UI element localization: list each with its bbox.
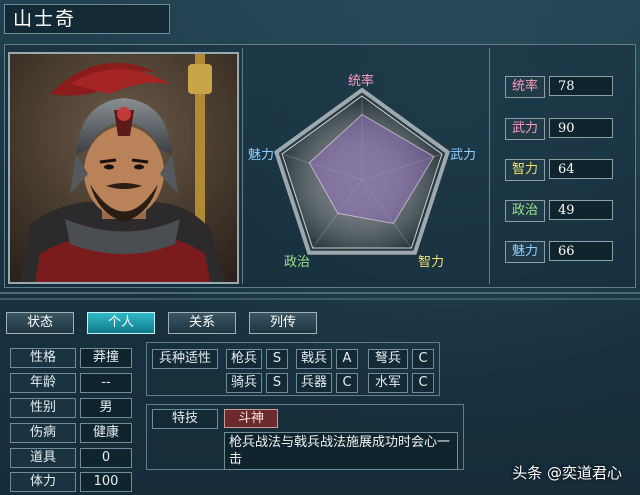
info-row-gender: 性别 男 xyxy=(10,398,132,418)
attribute-radar-chart: 统率 武力 智力 政治 魅力 xyxy=(244,52,488,284)
stat-row-zhi: 智力 64 xyxy=(497,159,617,181)
unit-grade: S xyxy=(266,373,288,393)
info-row-injury: 伤病 健康 xyxy=(10,423,132,443)
tab-biography[interactable]: 列传 xyxy=(249,312,317,334)
unit-name: 弩兵 xyxy=(368,349,408,369)
special-skill-name[interactable]: 斗神 xyxy=(224,409,278,428)
stat-row-tong: 统率 78 xyxy=(497,76,617,98)
divider xyxy=(242,48,243,284)
info-label: 体力 xyxy=(10,472,76,492)
radar-label-tong: 统率 xyxy=(348,74,375,89)
watermark: 头条 @奕道君心 xyxy=(512,464,622,482)
unit-grade: C xyxy=(336,373,358,393)
special-skill-description: 枪兵战法与戟兵战法施展成功时会心一击 xyxy=(224,432,458,470)
info-label: 性格 xyxy=(10,348,76,368)
unit-name: 戟兵 xyxy=(296,349,332,369)
unit-name: 水军 xyxy=(368,373,408,393)
stat-label: 魅力 xyxy=(505,241,545,263)
info-label: 道具 xyxy=(10,448,76,468)
divider xyxy=(489,48,490,284)
unit-name: 枪兵 xyxy=(226,349,262,369)
stat-value: 49 xyxy=(549,200,613,220)
info-label: 性别 xyxy=(10,398,76,418)
stat-label: 统率 xyxy=(505,76,545,98)
info-value: 男 xyxy=(80,398,132,418)
radar-label-zheng: 政治 xyxy=(284,255,311,270)
info-row-age: 年龄 -- xyxy=(10,373,132,393)
info-value: 莽撞 xyxy=(80,348,132,368)
info-value: 100 xyxy=(80,472,132,492)
stat-row-zheng: 政治 49 xyxy=(497,200,617,222)
stat-row-wu: 武力 90 xyxy=(497,118,617,140)
unit-grade: S xyxy=(266,349,288,369)
info-row-stamina: 体力 100 xyxy=(10,472,132,492)
special-header: 特技 xyxy=(152,409,218,429)
officer-name: 山士奇 xyxy=(4,4,170,34)
info-row-personality: 性格 莽撞 xyxy=(10,348,132,368)
info-value: 0 xyxy=(80,448,132,468)
info-row-item: 道具 0 xyxy=(10,448,132,468)
stat-value: 64 xyxy=(549,159,613,179)
tab-relations[interactable]: 关系 xyxy=(168,312,236,334)
radar-label-zhi: 智力 xyxy=(418,255,445,270)
aptitude-header: 兵种适性 xyxy=(152,349,218,369)
divider xyxy=(0,292,640,294)
divider xyxy=(0,298,640,300)
tab-status[interactable]: 状态 xyxy=(6,312,74,334)
radar-label-wu: 武力 xyxy=(450,148,477,163)
info-value: -- xyxy=(80,373,132,393)
unit-grade: C xyxy=(412,349,434,369)
stat-label: 智力 xyxy=(505,159,545,181)
stat-row-mei: 魅力 66 xyxy=(497,241,617,263)
info-value: 健康 xyxy=(80,423,132,443)
stat-value: 66 xyxy=(549,241,613,261)
stat-label: 政治 xyxy=(505,200,545,222)
stat-value: 78 xyxy=(549,76,613,96)
info-label: 年龄 xyxy=(10,373,76,393)
unit-name: 骑兵 xyxy=(226,373,262,393)
stat-label: 武力 xyxy=(505,118,545,140)
officer-portrait xyxy=(8,52,239,284)
info-label: 伤病 xyxy=(10,423,76,443)
unit-grade: A xyxy=(336,349,358,369)
radar-label-mei: 魅力 xyxy=(248,148,275,163)
unit-name: 兵器 xyxy=(296,373,332,393)
stat-value: 90 xyxy=(549,118,613,138)
tab-personal[interactable]: 个人 xyxy=(87,312,155,334)
unit-grade: C xyxy=(412,373,434,393)
